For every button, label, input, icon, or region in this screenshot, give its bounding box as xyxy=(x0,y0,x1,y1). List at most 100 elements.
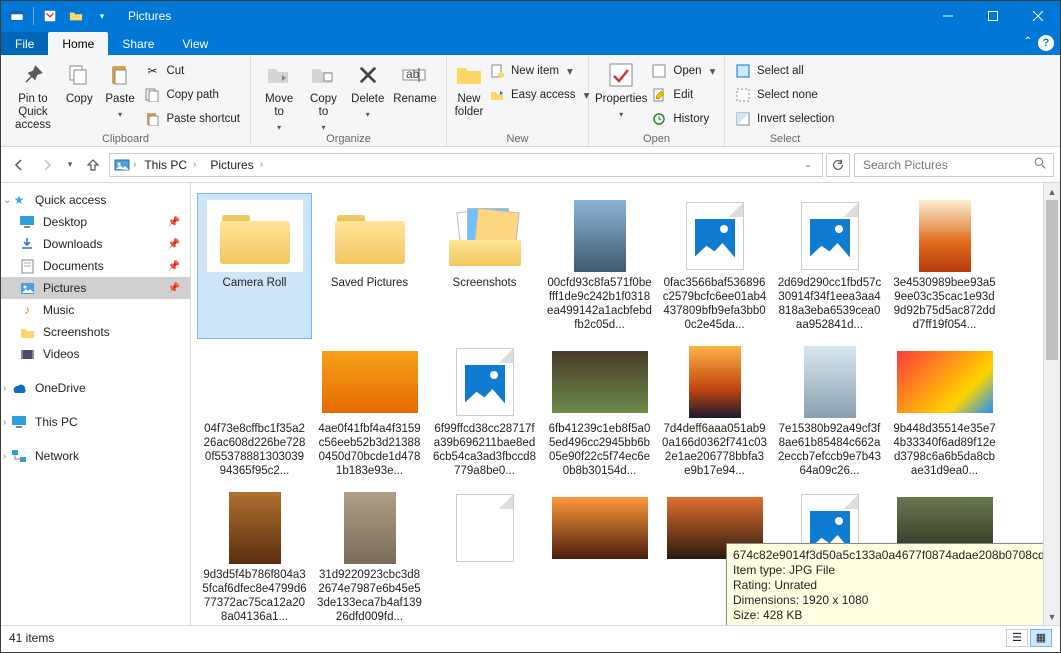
new-item-button[interactable]: New item▾ xyxy=(485,60,593,82)
previous-locations-button[interactable]: ⌄ xyxy=(797,154,819,176)
ribbon: Pin to Quick access Copy Paste▾ ✂Cut Cop… xyxy=(1,55,1060,147)
scroll-up-button[interactable]: ▲ xyxy=(1044,183,1060,200)
vertical-scrollbar[interactable]: ▲ ▼ xyxy=(1043,183,1060,625)
list-item[interactable]: 9b448d35514e35e74b33340f6ad89f12ed3798c6… xyxy=(887,339,1002,485)
select-none-button[interactable]: Select none xyxy=(731,84,838,106)
chevron-right-icon[interactable]: › xyxy=(133,159,136,170)
breadcrumb[interactable]: › This PC› Pictures› ⌄ xyxy=(109,153,823,177)
tree-this-pc[interactable]: ›This PC xyxy=(1,411,190,433)
item-name: 9d3d5f4b786f804a35fcaf6dfec8e4799d677372… xyxy=(202,568,307,624)
tree-music[interactable]: ♪Music xyxy=(1,299,190,321)
this-pc-icon xyxy=(11,414,27,430)
maximize-button[interactable] xyxy=(970,1,1015,31)
help-icon[interactable]: ? xyxy=(1038,35,1054,51)
item-name: 0fac3566baf536896c2579bcfc6ee01ab4437809… xyxy=(662,276,767,332)
group-organize: Move to▾ Copy to▾ Delete▾ abRename Organ… xyxy=(251,55,447,146)
minimize-button[interactable] xyxy=(925,1,970,31)
scroll-track[interactable] xyxy=(1044,200,1060,608)
tree-quick-access[interactable]: ⌄★Quick access xyxy=(1,189,190,211)
move-to-button[interactable]: Move to▾ xyxy=(257,57,301,134)
select-all-button[interactable]: Select all xyxy=(731,60,838,82)
invert-selection-button[interactable]: Invert selection xyxy=(731,108,838,130)
open-icon xyxy=(651,63,667,79)
cut-button[interactable]: ✂Cut xyxy=(140,60,244,82)
close-button[interactable] xyxy=(1015,1,1060,31)
list-item[interactable] xyxy=(542,485,657,625)
refresh-button[interactable] xyxy=(826,153,850,177)
tab-home[interactable]: Home xyxy=(48,32,108,55)
list-item[interactable]: 31d9220923cbc3d82674e7987e6b45e53de133ec… xyxy=(312,485,427,625)
list-item[interactable]: Saved Pictures xyxy=(312,193,427,339)
easy-access-button[interactable]: Easy access▾ xyxy=(485,84,593,106)
body: ⌄★Quick access Desktop📌 Downloads📌 Docum… xyxy=(1,183,1060,625)
pin-icon: 📌 xyxy=(168,239,180,250)
tree-desktop[interactable]: Desktop📌 xyxy=(1,211,190,233)
tooltip-size: Size: 428 KB xyxy=(733,608,1043,623)
tree-documents[interactable]: Documents📌 xyxy=(1,255,190,277)
search-icon[interactable] xyxy=(1034,157,1047,173)
list-item[interactable]: 7d4deff6aaa051ab90a166d0362f741c032e1ae2… xyxy=(657,339,772,485)
tab-share[interactable]: Share xyxy=(108,32,168,55)
onedrive-icon xyxy=(11,380,27,396)
qat-dropdown-icon[interactable]: ▾ xyxy=(92,6,112,26)
list-item[interactable]: 3e4530989bee93a59ee03c35cac1e93d9d92b75d… xyxy=(887,193,1002,339)
properties-button[interactable]: Properties▾ xyxy=(595,57,647,121)
list-item[interactable]: 4ae0f41fbf4a4f3159c56eeb52b3d213880450d7… xyxy=(312,339,427,485)
pin-to-quick-access-button[interactable]: Pin to Quick access xyxy=(7,57,59,132)
new-folder-button[interactable]: New folder xyxy=(453,57,485,119)
list-item[interactable]: Camera Roll xyxy=(197,193,312,339)
thumbnail xyxy=(782,346,878,418)
folder-qat-icon[interactable] xyxy=(66,6,86,26)
copy-button[interactable]: Copy xyxy=(59,57,100,106)
forward-button[interactable] xyxy=(35,153,59,177)
list-item[interactable] xyxy=(427,485,542,625)
details-view-button[interactable]: ☰ xyxy=(1006,629,1028,647)
tree-pictures[interactable]: Pictures📌 xyxy=(1,277,190,299)
status-bar: 41 items ☰ ▦ xyxy=(1,625,1060,649)
list-item[interactable]: 6f99ffcd38cc28717fa39b696211bae8ed6cb54c… xyxy=(427,339,542,485)
paste-shortcut-button[interactable]: Paste shortcut xyxy=(140,108,244,130)
tree-downloads[interactable]: Downloads📌 xyxy=(1,233,190,255)
list-item[interactable]: 2d69d290cc1fbd57c30914f34f1eea3aa4818a3e… xyxy=(772,193,887,339)
list-item[interactable]: 6fb41239c1eb8f5a05ed496cc2945bb6b05e90f2… xyxy=(542,339,657,485)
group-new: New folder New item▾ Easy access▾ New xyxy=(447,55,589,146)
content-area[interactable]: Camera RollSaved PicturesScreenshots00cf… xyxy=(191,183,1043,625)
edit-button[interactable]: Edit xyxy=(647,84,719,106)
properties-qat-icon[interactable] xyxy=(40,6,60,26)
list-item[interactable]: 7e15380b92a49cf3f8ae61b85484c662a2eccb7e… xyxy=(772,339,887,485)
tree-network[interactable]: ›Network xyxy=(1,445,190,467)
scroll-down-button[interactable]: ▼ xyxy=(1044,608,1060,625)
search-input[interactable] xyxy=(861,157,1034,173)
tree-onedrive[interactable]: ›OneDrive xyxy=(1,377,190,399)
back-button[interactable] xyxy=(7,153,31,177)
pin-icon: 📌 xyxy=(168,217,180,228)
breadcrumb-pictures[interactable]: Pictures› xyxy=(204,154,269,176)
paste-button[interactable]: Paste▾ xyxy=(100,57,141,121)
list-item[interactable]: 0fac3566baf536896c2579bcfc6ee01ab4437809… xyxy=(657,193,772,339)
history-button[interactable]: History xyxy=(647,108,719,130)
ribbon-collapse-icon[interactable]: ⌃ xyxy=(1024,36,1032,47)
list-item[interactable]: 04f73e8cffbc1f35a226ac608d226be7280f5537… xyxy=(197,339,312,485)
tree-screenshots[interactable]: Screenshots xyxy=(1,321,190,343)
recent-locations-button[interactable]: ▾ xyxy=(63,153,77,177)
tree-videos[interactable]: Videos xyxy=(1,343,190,365)
documents-icon xyxy=(19,258,35,274)
icons-view-button[interactable]: ▦ xyxy=(1030,629,1052,647)
list-item[interactable]: 00cfd93c8fa571f0befff1de9c242b1f0318ea49… xyxy=(542,193,657,339)
open-button[interactable]: Open▾ xyxy=(647,60,719,82)
tab-file[interactable]: File xyxy=(1,32,48,55)
list-item[interactable]: 9d3d5f4b786f804a35fcaf6dfec8e4799d677372… xyxy=(197,485,312,625)
copy-to-button[interactable]: Copy to▾ xyxy=(301,57,345,134)
select-all-icon xyxy=(735,63,751,79)
copy-path-button[interactable]: Copy path xyxy=(140,84,244,106)
up-button[interactable] xyxy=(81,153,105,177)
search-box[interactable] xyxy=(854,153,1054,177)
tab-view[interactable]: View xyxy=(168,32,222,55)
rename-button[interactable]: abRename xyxy=(390,57,440,106)
thumbnail xyxy=(667,200,763,272)
navigation-pane: ⌄★Quick access Desktop📌 Downloads📌 Docum… xyxy=(1,183,191,625)
delete-button[interactable]: Delete▾ xyxy=(346,57,390,121)
list-item[interactable]: Screenshots xyxy=(427,193,542,339)
scroll-thumb[interactable] xyxy=(1046,200,1058,360)
breadcrumb-this-pc[interactable]: This PC› xyxy=(138,154,202,176)
